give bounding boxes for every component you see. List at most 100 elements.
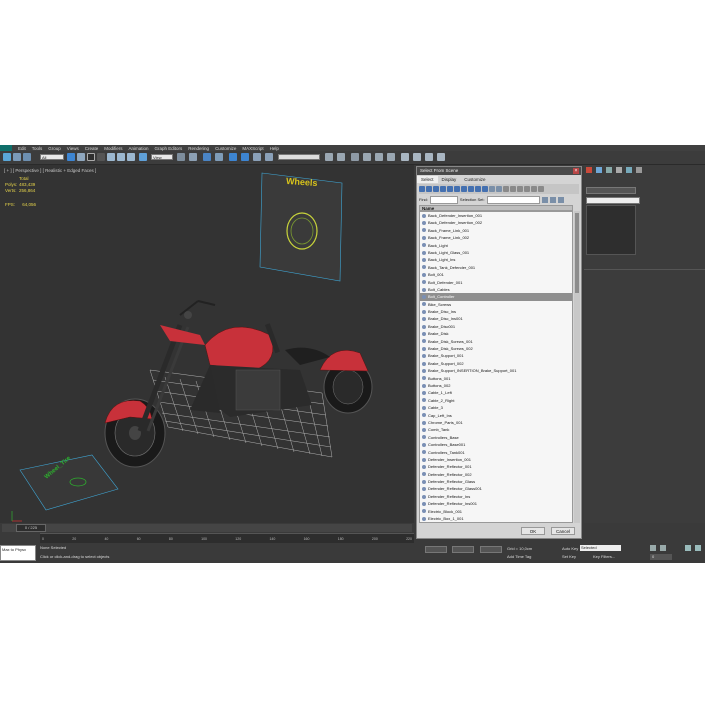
list-item[interactable]: Controllers_Base001: [420, 441, 572, 448]
list-item[interactable]: Electric_Block_001: [420, 508, 572, 515]
key-filters-button[interactable]: Key Filters...: [593, 554, 615, 559]
list-item[interactable]: Bolt_001: [420, 271, 572, 278]
display-none-icon[interactable]: [510, 186, 516, 192]
list-item[interactable]: Back_Light: [420, 242, 572, 249]
perspective-viewport[interactable]: [ + ] [ Perspective ] [ Realistic + Edge…: [0, 165, 414, 543]
tab-customize[interactable]: Customize: [460, 176, 489, 183]
list-item[interactable]: Brake_Disk_Screws_001: [420, 338, 572, 345]
angle-snap-icon[interactable]: [229, 153, 237, 161]
select-manipulate-icon[interactable]: [189, 153, 197, 161]
list-item[interactable]: Back_Defender_Insertion_002: [420, 219, 572, 226]
auto-key-button[interactable]: Auto Key: [562, 546, 578, 551]
select-all-icon[interactable]: [541, 196, 548, 203]
time-slider[interactable]: 0 / 225: [2, 524, 412, 532]
display-bones-icon[interactable]: [475, 186, 481, 192]
close-icon[interactable]: ×: [573, 168, 579, 174]
modify-tab-icon[interactable]: [596, 167, 602, 173]
rect-selection-icon[interactable]: [87, 153, 95, 161]
list-item[interactable]: Electric_Box_1_001: [420, 515, 572, 522]
play-icon[interactable]: [650, 545, 656, 551]
next-frame-icon[interactable]: [660, 545, 666, 551]
list-item[interactable]: Brake_Disc_Ins001: [420, 315, 572, 322]
list-item[interactable]: Defender_Reflector_Ins: [420, 493, 572, 500]
list-item[interactable]: Buttons_001: [420, 375, 572, 382]
mirror-icon[interactable]: [325, 153, 333, 161]
selection-filter-dropdown[interactable]: All: [40, 154, 64, 160]
menu-modifiers[interactable]: Modifiers: [104, 146, 122, 151]
menu-help[interactable]: Help: [270, 146, 279, 151]
display-groups-icon[interactable]: [461, 186, 467, 192]
select-object-icon[interactable]: [67, 153, 75, 161]
menu-views[interactable]: Views: [67, 146, 79, 151]
schematic-view-icon[interactable]: [387, 153, 395, 161]
display-cameras-icon[interactable]: [440, 186, 446, 192]
motion-tab-icon[interactable]: [616, 167, 622, 173]
menu-edit[interactable]: Edit: [18, 146, 26, 151]
menu-create[interactable]: Create: [85, 146, 99, 151]
render-production-icon[interactable]: [437, 153, 445, 161]
display-hidden-icon[interactable]: [496, 186, 502, 192]
menu-animation[interactable]: Animation: [129, 146, 149, 151]
list-item[interactable]: Electric_Box_2_001: [420, 522, 572, 523]
list-item[interactable]: Bike_Screws: [420, 301, 572, 308]
hierarchy-tab-icon[interactable]: [606, 167, 612, 173]
list-item[interactable]: Back_Light_Ins: [420, 256, 572, 263]
timeline-track[interactable]: 0 20 40 60 80 100 120 140 160 180 200 22…: [40, 533, 414, 543]
coord-y-field[interactable]: [452, 546, 474, 553]
list-item[interactable]: Defender_Reflector_Glass001: [420, 485, 572, 492]
pan-view-icon[interactable]: [695, 545, 701, 551]
display-xrefs-icon[interactable]: [468, 186, 474, 192]
list-item[interactable]: Chrome_Parts_001: [420, 419, 572, 426]
list-scrollbar[interactable]: [574, 211, 580, 523]
list-item[interactable]: Brake_Disc_Ins: [420, 308, 572, 315]
list-item[interactable]: Brake_Support_001: [420, 352, 572, 359]
list-item[interactable]: Brake_Support_INSERTION_Brake_Support_00…: [420, 367, 572, 374]
utilities-tab-icon[interactable]: [636, 167, 642, 173]
list-item[interactable]: Defender_Reflector_001: [420, 463, 572, 470]
select-by-name-icon[interactable]: [77, 153, 85, 161]
zoom-extents-icon[interactable]: [685, 545, 691, 551]
modifier-stack-list[interactable]: [586, 205, 636, 255]
list-item[interactable]: Back_Frame_Link_002: [420, 234, 572, 241]
display-helpers-icon[interactable]: [447, 186, 453, 192]
modifier-list-dropdown[interactable]: [586, 197, 640, 204]
list-item[interactable]: Cap_Left_Ins: [420, 412, 572, 419]
snap-toggle-icon[interactable]: [215, 153, 223, 161]
list-item[interactable]: Defender_Reflector_002: [420, 471, 572, 478]
current-frame-field[interactable]: 0: [650, 554, 672, 560]
coord-z-field[interactable]: [480, 546, 502, 553]
menu-rendering[interactable]: Rendering: [188, 146, 209, 151]
set-key-button[interactable]: Set Key: [562, 554, 576, 559]
named-selection-set-dropdown[interactable]: [278, 154, 320, 160]
menu-tools[interactable]: Tools: [32, 146, 43, 151]
list-item[interactable]: Back_Frame_Link_001: [420, 227, 572, 234]
scrollbar-thumb[interactable]: [575, 213, 579, 293]
list-item[interactable]: Cable_3: [420, 404, 572, 411]
list-item[interactable]: Comb_Tank: [420, 426, 572, 433]
list-item[interactable]: Defender_Reflector_Glass: [420, 478, 572, 485]
list-item[interactable]: Cable_2_Right: [420, 397, 572, 404]
find-input[interactable]: [429, 195, 458, 204]
select-invert-icon[interactable]: [557, 196, 564, 203]
select-none-icon[interactable]: [549, 196, 556, 203]
list-item[interactable]: Brake_Support_002: [420, 360, 572, 367]
list-item[interactable]: Controllers_Tank001: [420, 449, 572, 456]
list-item[interactable]: Defender_Reflector_Ins001: [420, 500, 572, 507]
display-containers-icon[interactable]: [482, 186, 488, 192]
display-shapes-icon[interactable]: [426, 186, 432, 192]
scene-object-list[interactable]: Back_Defender_Insertion_001 Back_Defender…: [419, 211, 573, 523]
stack-controls[interactable]: [588, 257, 632, 263]
keyboard-shortcut-icon[interactable]: [203, 153, 211, 161]
time-slider-thumb[interactable]: 0 / 225: [16, 524, 46, 532]
layer-manager-icon[interactable]: [351, 153, 359, 161]
filter-icon[interactable]: [531, 186, 537, 192]
create-tab-icon[interactable]: [586, 167, 592, 173]
spinner-snap-icon[interactable]: [253, 153, 261, 161]
list-item[interactable]: Bolt_Defender_001: [420, 279, 572, 286]
display-geometry-icon[interactable]: [419, 186, 425, 192]
menu-group[interactable]: Group: [48, 146, 61, 151]
display-lights-icon[interactable]: [433, 186, 439, 192]
reference-coord-dropdown[interactable]: View: [151, 154, 173, 160]
align-icon[interactable]: [337, 153, 345, 161]
list-item[interactable]: Controllers_Base: [420, 434, 572, 441]
